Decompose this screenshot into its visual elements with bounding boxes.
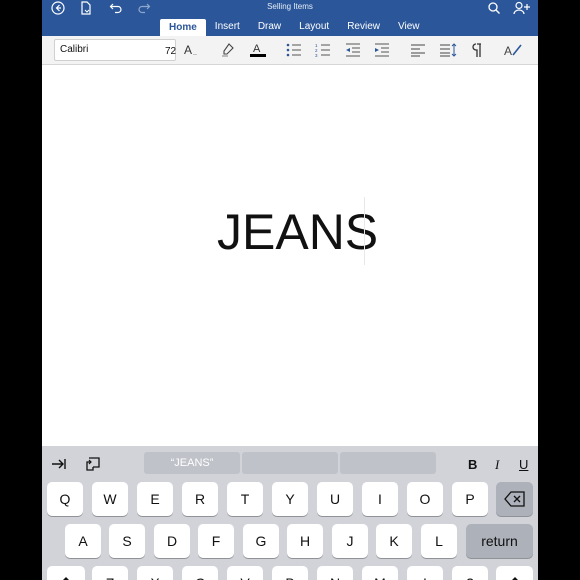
bullet-list-icon[interactable] [283, 40, 305, 60]
tab-home[interactable]: Home [160, 19, 206, 36]
document-text[interactable]: JEANS [217, 203, 378, 261]
key-y[interactable]: Y [272, 482, 308, 516]
key-x[interactable]: X [137, 566, 173, 580]
line-spacing-icon[interactable] [437, 40, 459, 60]
tab-review[interactable]: Review [338, 19, 389, 36]
search-icon[interactable] [484, 0, 504, 16]
font-size[interactable]: 72 [165, 46, 176, 57]
svg-text:3: 3 [315, 53, 318, 58]
key-l[interactable]: L [421, 524, 457, 558]
highlighter-icon[interactable] [217, 40, 239, 60]
document-canvas[interactable]: JEANS [42, 65, 538, 445]
key-j[interactable]: J [332, 524, 368, 558]
formatting-toolbar: Calibri 72 A.. A 123 A [42, 36, 538, 65]
increase-indent-icon[interactable] [371, 40, 393, 60]
bold-button[interactable]: B [468, 457, 477, 472]
key-u[interactable]: U [317, 482, 353, 516]
key-h[interactable]: H [287, 524, 323, 558]
ribbon-bar: Selling Items Home Insert Draw Layout Re… [42, 0, 538, 36]
key-c[interactable]: C [182, 566, 218, 580]
key-d[interactable]: D [154, 524, 190, 558]
back-icon[interactable] [48, 0, 68, 16]
suggestion-3[interactable] [340, 452, 436, 474]
ribbon-tabs: Home Insert Draw Layout Review View [160, 18, 428, 36]
key-w[interactable]: W [92, 482, 128, 516]
undo-icon[interactable] [106, 0, 126, 16]
word-app: Selling Items Home Insert Draw Layout Re… [42, 0, 538, 580]
key-o[interactable]: O [407, 482, 443, 516]
svg-text:A: A [253, 43, 261, 55]
shift-key-left[interactable] [47, 566, 85, 580]
key-g[interactable]: G [243, 524, 279, 558]
suggestion-2[interactable] [242, 452, 338, 474]
paste-format-icon[interactable] [82, 454, 104, 474]
key-f[interactable]: F [198, 524, 234, 558]
shift-icon [63, 577, 69, 580]
keyboard-shortcut-bar: “JEANS” B I U [42, 446, 538, 480]
paragraph-mark-icon[interactable] [466, 40, 488, 60]
key-question[interactable]: ? [452, 566, 488, 580]
key-k[interactable]: K [376, 524, 412, 558]
tab-layout[interactable]: Layout [290, 19, 338, 36]
on-screen-keyboard: “JEANS” B I U Q W E R T Y U I O P A S D … [42, 446, 538, 580]
tab-draw[interactable]: Draw [249, 19, 290, 36]
key-q[interactable]: Q [47, 482, 83, 516]
font-format-icon[interactable]: A.. [181, 40, 203, 60]
key-b[interactable]: B [272, 566, 308, 580]
svg-text:A: A [504, 44, 512, 58]
shift-icon [511, 577, 518, 580]
tab-insert[interactable]: Insert [206, 19, 249, 36]
numbered-list-icon[interactable]: 123 [312, 40, 334, 60]
font-picker[interactable]: Calibri 72 [54, 39, 176, 61]
key-r[interactable]: R [182, 482, 218, 516]
key-exclamation[interactable]: ! [407, 566, 443, 580]
backspace-key[interactable] [496, 482, 533, 516]
backspace-icon [503, 491, 525, 507]
key-v[interactable]: V [227, 566, 263, 580]
key-m[interactable]: M [362, 566, 398, 580]
key-a[interactable]: A [65, 524, 101, 558]
styles-icon[interactable]: A [502, 40, 524, 60]
suggestion-1[interactable]: “JEANS” [144, 452, 240, 474]
key-t[interactable]: T [227, 482, 263, 516]
add-user-icon[interactable] [512, 0, 532, 16]
text-cursor [364, 197, 365, 265]
key-i[interactable]: I [362, 482, 398, 516]
italic-button[interactable]: I [495, 457, 499, 473]
key-s[interactable]: S [109, 524, 145, 558]
underline-button[interactable]: U [519, 457, 528, 472]
svg-text:A: A [184, 43, 192, 57]
file-icon[interactable] [76, 0, 96, 16]
key-e[interactable]: E [137, 482, 173, 516]
font-name: Calibri [60, 44, 89, 55]
decrease-indent-icon[interactable] [342, 40, 364, 60]
align-left-icon[interactable] [407, 40, 429, 60]
shift-key-right[interactable] [496, 566, 533, 580]
return-key[interactable]: return [466, 524, 533, 558]
font-color-icon[interactable]: A [247, 40, 269, 60]
redo-icon[interactable] [134, 0, 154, 16]
key-n[interactable]: N [317, 566, 353, 580]
tab-key-icon[interactable] [48, 454, 70, 474]
key-z[interactable]: Z [92, 566, 128, 580]
key-p[interactable]: P [452, 482, 488, 516]
svg-text:..: .. [193, 50, 197, 57]
tab-view[interactable]: View [389, 19, 429, 36]
